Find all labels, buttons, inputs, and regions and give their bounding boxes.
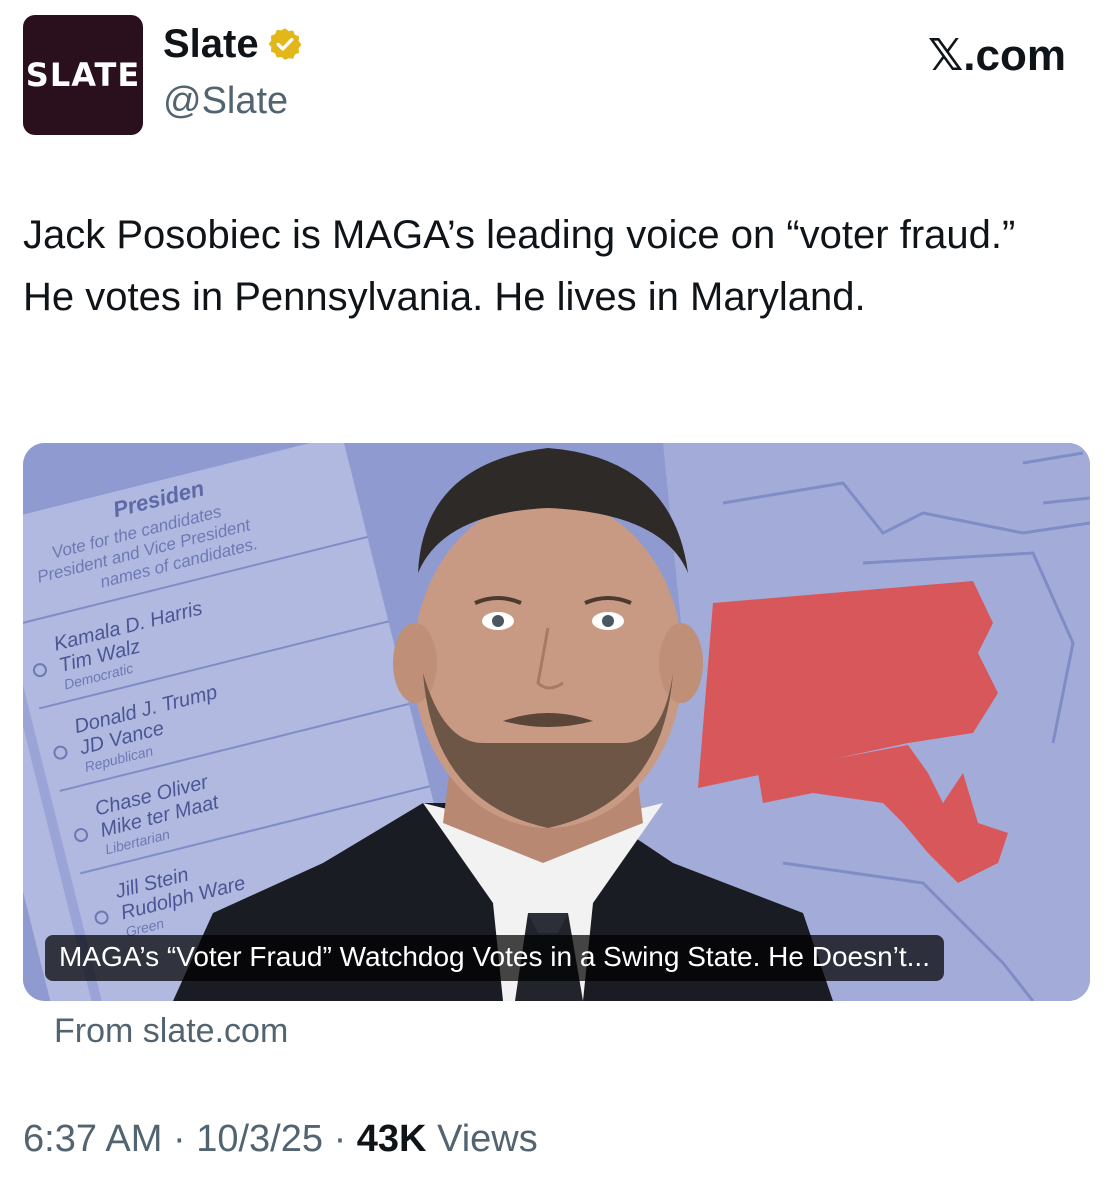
avatar-logo-text: SLATE xyxy=(25,56,141,94)
tweet-text: Jack Posobiec is MAGA’s leading voice on… xyxy=(23,213,1016,319)
views-label: Views xyxy=(437,1118,538,1160)
views-count[interactable]: 43K xyxy=(357,1118,427,1160)
card-image: Presiden Vote for the candidates Preside… xyxy=(23,443,1090,1001)
display-name[interactable]: Slate xyxy=(163,24,259,64)
avatar[interactable]: SLATE xyxy=(23,15,143,135)
x-logo: 𝕏.com xyxy=(927,31,1066,80)
tweet-meta: 6:37 AM · 10/3/25 · 43K Views xyxy=(23,1118,538,1161)
verified-badge-icon xyxy=(268,28,301,60)
card-headline[interactable]: MAGA’s “Voter Fraud” Watchdog Votes in a… xyxy=(45,935,944,981)
card-source-link[interactable]: From slate.com xyxy=(54,1012,288,1051)
meta-separator: · xyxy=(172,1118,186,1160)
tweet-time[interactable]: 6:37 AM xyxy=(23,1118,162,1160)
link-card[interactable]: Presiden Vote for the candidates Preside… xyxy=(23,443,1090,1001)
author-name-row[interactable]: Slate xyxy=(163,24,303,64)
tweet-date[interactable]: 10/3/25 xyxy=(196,1118,323,1160)
handle[interactable]: @Slate xyxy=(163,80,288,123)
meta-separator: · xyxy=(333,1118,347,1160)
